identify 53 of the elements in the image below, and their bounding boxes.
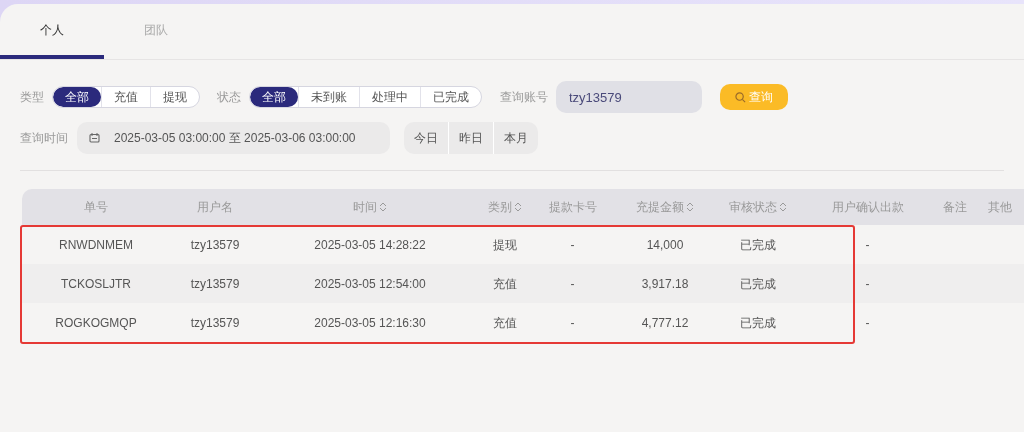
segment-option[interactable]: 全部 [250,87,298,107]
table-cell-text: - [865,314,870,332]
tab[interactable]: 个人 [0,4,104,59]
sort-icon[interactable] [514,201,522,213]
segment-option[interactable]: 未到账 [298,87,359,107]
table-cell-text: 充值 [493,314,517,332]
table-cell-text: TCKOSLJTR [61,275,131,293]
column-header: 单号 [84,199,108,216]
quick-range-button[interactable]: 今日 [404,122,448,154]
sort-icon[interactable] [379,201,387,213]
segment-option[interactable]: 充值 [101,87,150,107]
table-cell-text: 2025-03-05 14:28:22 [314,236,426,254]
table-cell-text: 已完成 [739,314,776,332]
column-header: 用户名 [197,199,233,216]
segment-option[interactable]: 全部 [53,87,101,107]
table-cell-text: tzy13579 [190,314,240,332]
column-header: 提款卡号 [548,199,597,216]
account-field[interactable]: tzy13579 [556,81,702,113]
table-cell-text: 4,777.12 [641,314,689,332]
table-cell-text: - [570,275,575,293]
date-range-field[interactable]: 2025-03-05 03:00:00 至 2025-03-06 03:00:00 [77,122,390,154]
table-cell-text: RNWDNMEM [59,236,133,254]
table-cell-text: - [570,236,575,254]
column-header: 用户确认出款 [831,199,904,216]
table-cell-text: 已完成 [739,236,776,254]
column-header: 备注 [943,199,967,216]
filter-label: 查询时间 [20,130,68,147]
search-icon [735,91,746,103]
calendar-icon [89,133,100,143]
segment-option[interactable]: 提现 [150,87,199,107]
table-cell-text: tzy13579 [190,275,240,293]
table-cell-text: 充值 [493,275,517,293]
table-cell-text: 已完成 [739,275,776,293]
table-cell-text: 提现 [493,236,517,254]
quick-range-button[interactable]: 本月 [493,122,538,154]
filter-label: 查询账号 [500,89,548,106]
filter-label: 类型 [20,89,44,106]
table-cell-text: 3,917.18 [641,275,689,293]
quick-range-button[interactable]: 昨日 [448,122,493,154]
table-cell-text: ROGKOGMQP [55,314,137,332]
sort-icon[interactable] [778,201,787,213]
table-cell-text: 2025-03-05 12:16:30 [314,314,426,332]
table-cell-text: 14,000 [646,236,684,254]
column-header: 其他 [987,199,1012,216]
table-cell-text: tzy13579 [190,236,240,254]
table-cell-text: - [570,314,575,332]
table-cell-text: - [865,236,870,254]
filter-label: 状态 [217,89,241,106]
table-cell-text: 2025-03-05 12:54:00 [314,275,426,293]
sort-icon[interactable] [686,201,694,213]
segment-option[interactable]: 已完成 [420,87,481,107]
table-cell-text: - [865,275,870,293]
segment-option[interactable]: 处理中 [359,87,420,107]
